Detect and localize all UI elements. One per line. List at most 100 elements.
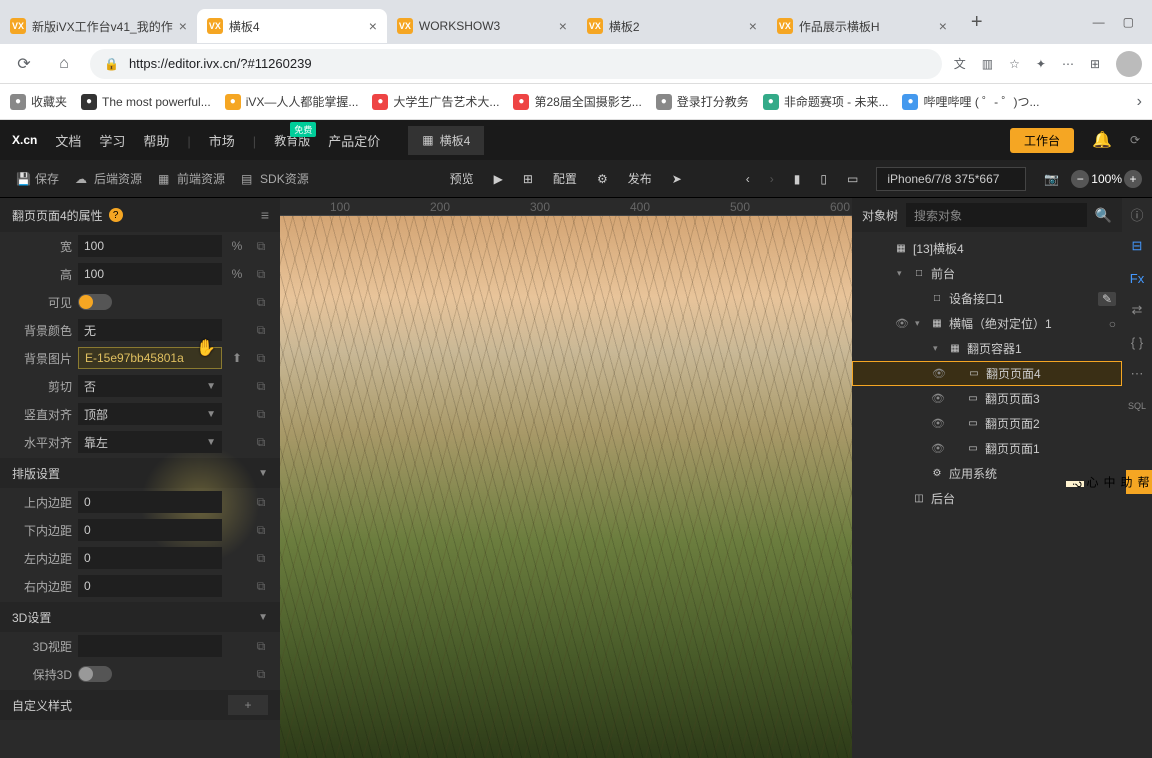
width-input[interactable]: 100	[78, 235, 222, 257]
tree-node[interactable]: ▦[13]横板4	[852, 236, 1122, 261]
frontend-resources[interactable]: ▦前端资源	[152, 170, 231, 187]
swirl-icon[interactable]: ⟳	[1130, 133, 1140, 147]
copy-icon[interactable]: ⧉	[252, 379, 270, 394]
copy-icon[interactable]: ⧉	[252, 523, 270, 538]
reload-button[interactable]: ⟳	[10, 54, 38, 74]
minimize-button[interactable]: —	[1093, 15, 1105, 29]
browser-tab[interactable]: VX新版iVX工作台v41_我的作×	[0, 9, 197, 43]
collections-icon[interactable]: ⊞	[1090, 57, 1100, 71]
copy-icon[interactable]: ⧉	[252, 639, 270, 654]
copy-icon[interactable]: ⧉	[252, 239, 270, 254]
tree-search-input[interactable]: 搜索对象	[906, 203, 1087, 227]
tab-close-icon[interactable]: ×	[369, 18, 377, 34]
padright-input[interactable]: 0	[78, 575, 222, 597]
bookmark-item[interactable]: ●iVX—人人都能掌握...	[225, 93, 359, 110]
new-tab-button[interactable]: +	[957, 11, 997, 34]
tree-node[interactable]: 👁▭翻页页面3	[852, 386, 1122, 411]
padbot-input[interactable]: 0	[78, 519, 222, 541]
rail-sql-icon[interactable]: SQL	[1127, 396, 1147, 416]
settings-icon[interactable]: ⚙	[589, 168, 616, 190]
send-icon[interactable]: ➤	[664, 168, 690, 190]
expand-icon[interactable]: ▾	[915, 318, 925, 329]
tree-node[interactable]: 👁▭翻页页面2	[852, 411, 1122, 436]
bookmark-item[interactable]: ●收藏夹	[10, 93, 67, 110]
visible-toggle[interactable]	[78, 294, 112, 310]
reader-icon[interactable]: ▥	[982, 57, 993, 71]
device-selector[interactable]: iPhone6/7/8 375*667	[876, 167, 1026, 191]
tree-node[interactable]: ◫后台	[852, 486, 1122, 511]
preview-button[interactable]: 预览	[442, 166, 482, 191]
canvas-area[interactable]: 100 200 300 400 500 600	[280, 198, 852, 758]
nav-fwd[interactable]: ›	[762, 168, 782, 190]
overflow-icon[interactable]: ⋯	[1062, 57, 1074, 71]
custom-style-section[interactable]: 自定义样式+	[0, 690, 280, 720]
3d-section[interactable]: 3D设置▼	[0, 602, 280, 632]
halign-select[interactable]: 靠左▼	[78, 431, 222, 453]
align-center-icon[interactable]: ▯	[812, 168, 835, 190]
tree-node[interactable]: 👁▭翻页页面4	[852, 361, 1122, 386]
tree-node[interactable]: □设备接口1✎	[852, 286, 1122, 311]
tree-node[interactable]: ▾□前台	[852, 261, 1122, 286]
copy-icon[interactable]: ⧉	[252, 295, 270, 310]
copy-icon[interactable]: ⧉	[252, 551, 270, 566]
upload-icon[interactable]: ⬆	[228, 351, 246, 365]
panel-menu-icon[interactable]: ≡	[261, 207, 268, 223]
tree-node[interactable]: 👁▭翻页页面1	[852, 436, 1122, 461]
nav-back[interactable]: ‹	[738, 168, 758, 190]
browser-tab[interactable]: VXWORKSHOW3×	[387, 9, 577, 43]
add-style-button[interactable]: +	[228, 695, 268, 715]
menu-learn[interactable]: 学习	[99, 131, 125, 150]
rail-more-icon[interactable]: ⋯	[1127, 364, 1147, 384]
browser-tab[interactable]: VX横板2×	[577, 9, 767, 43]
visibility-icon[interactable]: 👁	[930, 417, 946, 430]
bookmarks-overflow[interactable]: ›	[1137, 93, 1142, 111]
visibility-icon[interactable]: 👁	[930, 442, 946, 455]
tab-close-icon[interactable]: ×	[179, 18, 187, 34]
app-document-tab[interactable]: ▦ 横板4	[408, 126, 484, 155]
notifications-icon[interactable]: 🔔	[1092, 130, 1112, 150]
workspace-button[interactable]: 工作台	[1010, 128, 1074, 153]
visibility-icon[interactable]: 👁	[931, 367, 947, 380]
help-center-float[interactable]: 帮助中心?	[1126, 470, 1152, 494]
clip-select[interactable]: 否▼	[78, 375, 222, 397]
device-frame-icon[interactable]: ▭	[839, 168, 866, 190]
align-left-icon[interactable]: ▮	[786, 168, 809, 190]
tree-node[interactable]: 👁▾▦横幅（绝对定位）1○	[852, 311, 1122, 336]
app-logo[interactable]: X.cn	[12, 131, 37, 149]
debug-button[interactable]: ⊞	[515, 168, 541, 190]
visibility-icon[interactable]: 👁	[930, 392, 946, 405]
tab-close-icon[interactable]: ×	[749, 18, 757, 34]
browser-tab[interactable]: VX作品展示横板H×	[767, 9, 957, 43]
zoom-out[interactable]: −	[1071, 170, 1089, 188]
menu-pricing[interactable]: 产品定价	[328, 131, 380, 150]
rail-ai-icon[interactable]: ⊟	[1127, 236, 1147, 256]
bookmark-item[interactable]: ●非命题赛项 - 未来...	[763, 93, 889, 110]
valign-select[interactable]: 顶部▼	[78, 403, 222, 425]
camera-icon[interactable]: 📷	[1036, 168, 1067, 190]
maximize-button[interactable]: ▢	[1123, 15, 1134, 29]
3d-keep-toggle[interactable]	[78, 666, 112, 682]
menu-edu[interactable]: 教育版免费	[274, 132, 310, 149]
copy-icon[interactable]: ⧉	[252, 495, 270, 510]
rail-arrow-icon[interactable]: ⇄	[1127, 300, 1147, 320]
copy-icon[interactable]: ⧉	[252, 579, 270, 594]
menu-market[interactable]: 市场	[209, 131, 256, 150]
3d-perspective-input[interactable]	[78, 635, 222, 657]
expand-icon[interactable]: ▾	[933, 343, 943, 354]
canvas-preview[interactable]	[280, 216, 852, 758]
copy-icon[interactable]: ⧉	[252, 667, 270, 682]
bookmark-item[interactable]: ●哔哩哔哩 ( ゜- ゜)つ...	[902, 93, 1039, 110]
tab-close-icon[interactable]: ×	[559, 18, 567, 34]
url-input[interactable]: 🔒 https://editor.ivx.cn/?#11260239	[90, 49, 942, 79]
profile-avatar[interactable]	[1116, 51, 1142, 77]
play-button[interactable]: ▶	[486, 168, 511, 190]
browser-tab[interactable]: VX横板4×	[197, 9, 387, 43]
height-input[interactable]: 100	[78, 263, 222, 285]
menu-help[interactable]: 帮助	[143, 131, 190, 150]
expand-icon[interactable]: ▾	[897, 268, 907, 279]
copy-icon[interactable]: ⧉	[252, 435, 270, 450]
copy-icon[interactable]: ⧉	[252, 407, 270, 422]
save-button[interactable]: 💾保存	[10, 170, 65, 187]
width-unit[interactable]: %	[228, 239, 246, 253]
padtop-input[interactable]: 0	[78, 491, 222, 513]
